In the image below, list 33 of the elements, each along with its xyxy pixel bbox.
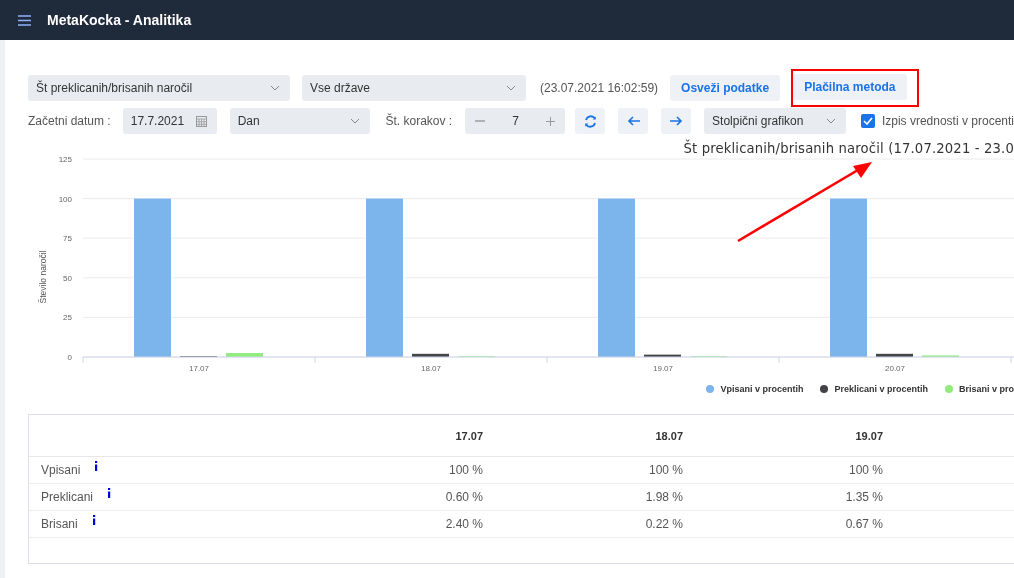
app-title: MetaKocka - Analitika: [47, 12, 192, 28]
axis-tick-label: 100: [58, 194, 72, 204]
axis-category-label: 20.07: [885, 364, 905, 373]
table-cell: 0.67 %: [845, 517, 883, 531]
timestamp-text: (23.07.2021 16:02:59): [540, 81, 659, 95]
table-cell: 100 %: [648, 463, 683, 477]
axis-category-label: 19.07: [653, 364, 673, 373]
axis-tick-label: 50: [63, 273, 72, 283]
table-cell: 100 %: [848, 463, 883, 477]
axis-tick-label: 75: [63, 234, 72, 244]
column-header: 19.07: [855, 429, 883, 442]
steps-value: 7: [512, 114, 519, 128]
table-cell: 0.22 %: [645, 517, 683, 531]
row-label: Preklicani: [41, 490, 94, 504]
steps-label: Št. korakov :: [385, 114, 453, 128]
start-date-label: Začetni datum :: [28, 114, 111, 128]
table-cell: 1.35 %: [845, 490, 883, 504]
axis-tick-label: 125: [58, 155, 72, 164]
axis-tick-label: 0: [67, 353, 72, 362]
axis-category-label: 18.07: [421, 364, 441, 373]
checkbox-label: Izpis vrednosti v procenti: [881, 114, 1014, 128]
column-header: 18.07: [655, 429, 683, 442]
table-cell: 100 %: [448, 463, 483, 477]
row-label: Vpisani: [41, 463, 81, 477]
table-cell: 1.98 %: [645, 490, 683, 504]
axis-title: Število naročil: [38, 250, 48, 304]
axis-tick-label: 25: [63, 313, 72, 323]
axis-category-label: 17.07: [189, 364, 209, 373]
chart-title: Št preklicanih/brisanih naročil (17.07.2021 - 23.0: [683, 141, 1014, 156]
table-cell: 2.40 %: [445, 517, 483, 531]
row-label: Brisani: [41, 517, 78, 531]
column-header: 17.07: [455, 429, 483, 442]
table-cell: 0.60 %: [445, 490, 483, 504]
